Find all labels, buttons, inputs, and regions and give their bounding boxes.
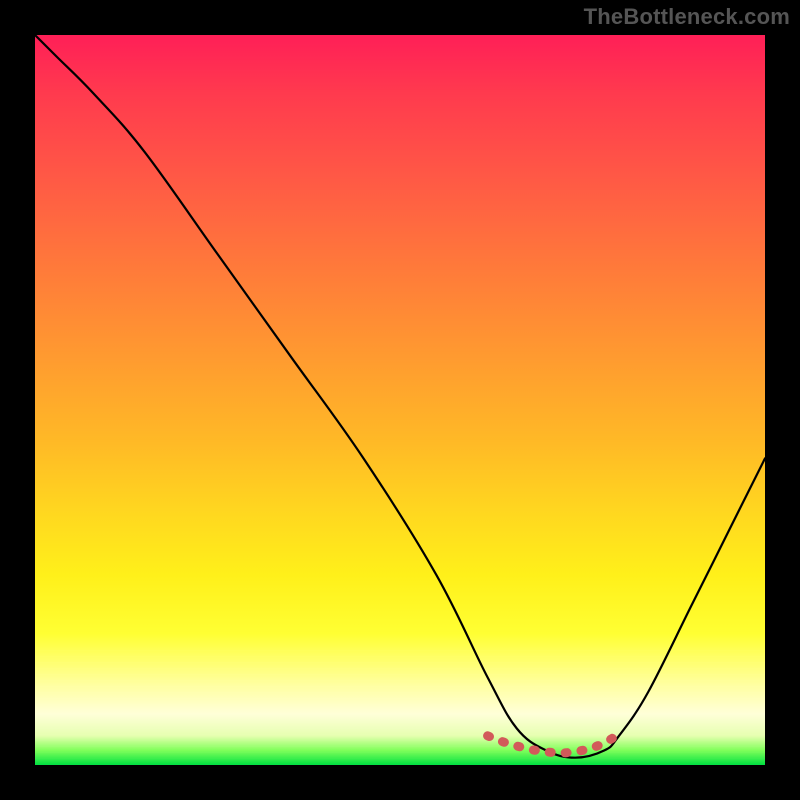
bottleneck-curve — [35, 35, 765, 758]
optimal-range-marker — [488, 734, 619, 753]
plot-area — [35, 35, 765, 765]
watermark-text: TheBottleneck.com — [584, 4, 790, 30]
chart-frame: TheBottleneck.com — [0, 0, 800, 800]
curve-layer — [35, 35, 765, 765]
